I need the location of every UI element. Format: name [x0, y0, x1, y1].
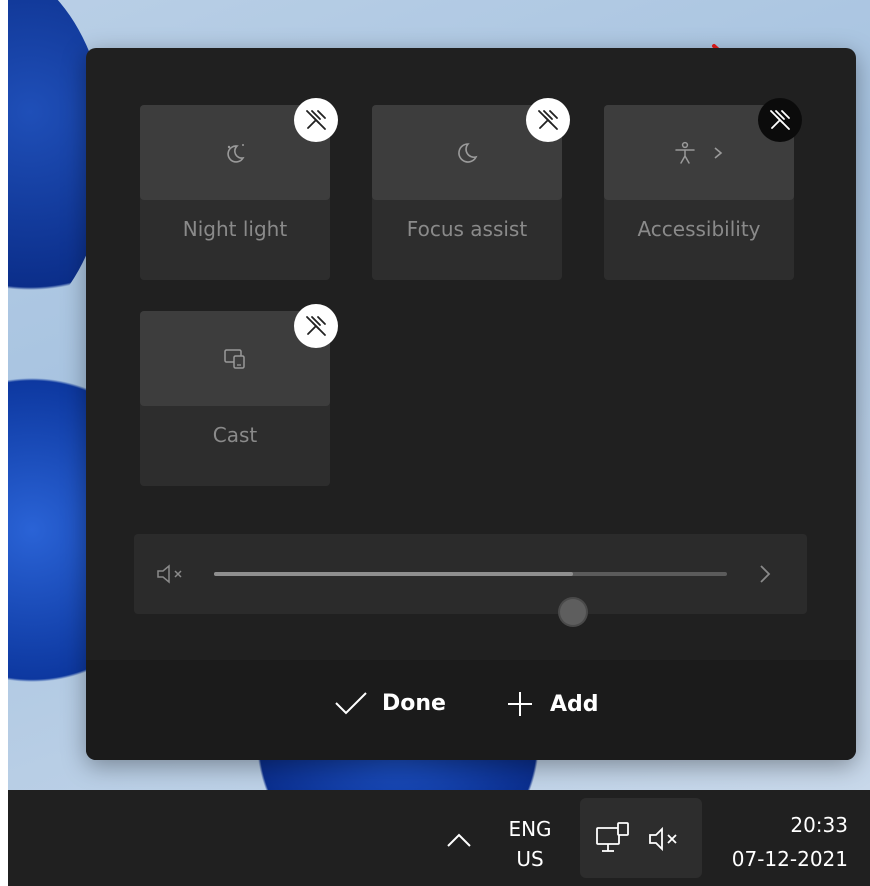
night-light-icon	[227, 143, 245, 163]
language-indicator[interactable]: ENG US	[498, 814, 562, 874]
volume-slider-fill	[214, 572, 574, 576]
unpin-icon	[538, 110, 558, 130]
unpin-cast-button[interactable]	[294, 304, 338, 348]
taskbar: ENG US 20:33 07-12-2021	[8, 790, 870, 886]
panel-footer: Done Add	[86, 660, 856, 760]
chevron-right-icon[interactable]	[756, 563, 774, 585]
unpin-icon	[770, 110, 790, 130]
add-button[interactable]: Add	[506, 690, 599, 718]
tile-label: Focus assist	[406, 217, 528, 241]
chevron-up-icon[interactable]	[444, 830, 474, 850]
unpin-icon	[306, 316, 326, 336]
chevron-right-icon	[714, 146, 723, 159]
volume-slider[interactable]	[214, 572, 727, 625]
quick-settings-panel: Night light Focus assist Accessibility C…	[86, 48, 856, 760]
volume-slider-row	[134, 534, 807, 625]
done-button[interactable]: Done	[334, 690, 446, 716]
speaker-muted-icon	[649, 826, 677, 852]
network-icon	[596, 822, 629, 852]
language-code: ENG	[508, 817, 552, 841]
system-tray-group[interactable]	[580, 798, 702, 878]
unpin-focus-assist-button[interactable]	[526, 98, 570, 142]
clock[interactable]: 20:33 07-12-2021	[708, 808, 848, 876]
tile-label: Cast	[212, 423, 258, 447]
speaker-muted-icon[interactable]	[156, 563, 190, 585]
unpin-accessibility-button[interactable]	[758, 98, 802, 142]
unpin-icon	[306, 110, 326, 130]
moon-icon	[458, 142, 478, 163]
checkmark-icon	[335, 692, 367, 715]
clock-date: 07-12-2021	[731, 847, 848, 871]
add-label: Add	[550, 691, 599, 717]
cast-icon	[224, 348, 245, 369]
unpin-night-light-button[interactable]	[294, 98, 338, 142]
accessibility-icon	[675, 141, 695, 164]
language-region: US	[516, 847, 544, 871]
plus-icon	[508, 692, 532, 716]
done-label: Done	[382, 690, 446, 716]
tile-label: Night light	[182, 217, 288, 241]
volume-slider-thumb[interactable]	[560, 599, 587, 625]
tile-label: Accessibility	[637, 217, 761, 241]
clock-time: 20:33	[790, 813, 848, 837]
